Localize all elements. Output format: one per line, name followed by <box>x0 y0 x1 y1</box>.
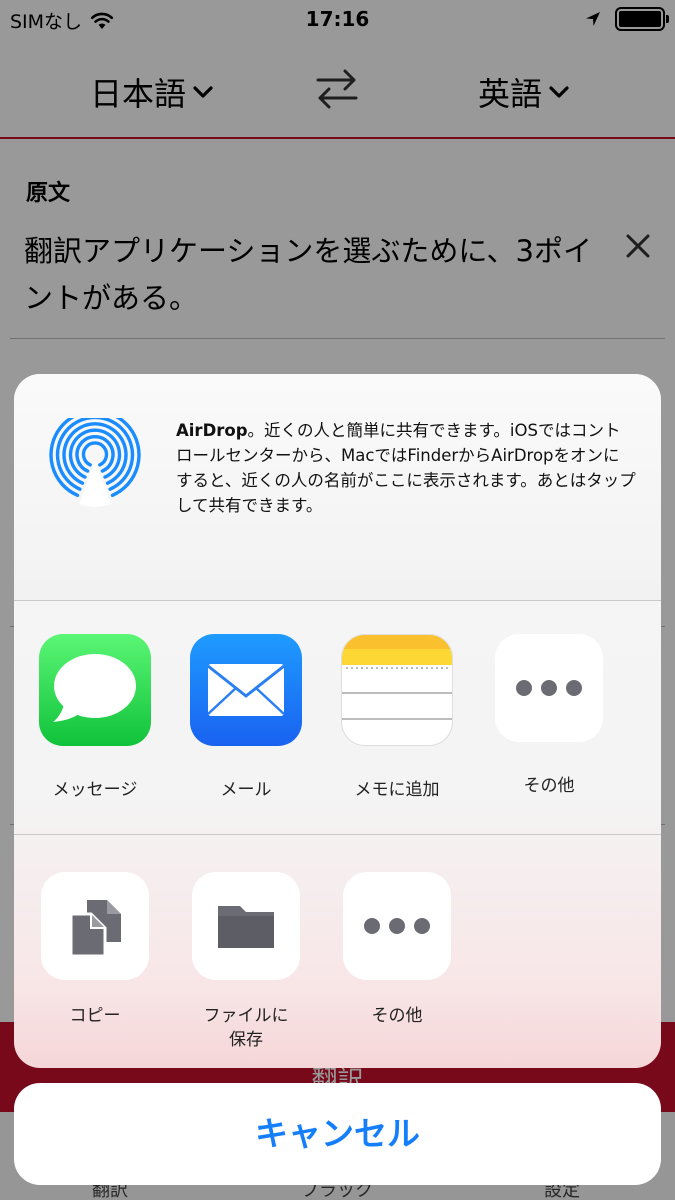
copy-icon <box>41 872 149 980</box>
airdrop-title: AirDrop <box>176 421 248 440</box>
share-app-mail[interactable]: メール <box>181 634 311 802</box>
share-action-save-to-files[interactable]: ファイルに 保存 <box>181 872 311 1052</box>
airdrop-description: AirDrop。近くの人と簡単に共有できます。iOSではコントロールセンターから… <box>176 418 636 518</box>
more-icon <box>495 634 603 742</box>
share-app-more[interactable]: その他 <box>484 634 614 798</box>
share-action-label: その他 <box>371 1006 423 1026</box>
share-app-messages[interactable]: メッセージ <box>30 634 160 802</box>
share-app-notes[interactable]: メモに追加 <box>332 634 462 802</box>
share-sheet: AirDrop。近くの人と簡単に共有できます。iOSではコントロールセンターから… <box>14 374 661 1068</box>
more-icon <box>343 872 451 980</box>
notes-icon <box>341 634 453 746</box>
share-app-label: メッセージ <box>52 780 138 800</box>
section-divider <box>14 834 661 835</box>
airdrop-section[interactable]: AirDrop。近くの人と簡単に共有できます。iOSではコントロールセンターから… <box>14 374 661 600</box>
share-app-label: メール <box>220 780 272 800</box>
folder-icon <box>192 872 300 980</box>
share-action-label: ファイルに 保存 <box>203 1006 289 1050</box>
share-app-label: メモに追加 <box>354 780 440 800</box>
airdrop-icon <box>49 418 141 507</box>
share-action-label: コピー <box>69 1006 121 1026</box>
messages-icon <box>39 634 151 746</box>
section-divider <box>14 600 661 601</box>
share-app-label: その他 <box>523 776 575 796</box>
share-action-more[interactable]: その他 <box>332 872 462 1028</box>
share-action-copy[interactable]: コピー <box>30 872 160 1028</box>
cancel-button[interactable]: キャンセル <box>14 1083 661 1185</box>
mail-icon <box>190 634 302 746</box>
